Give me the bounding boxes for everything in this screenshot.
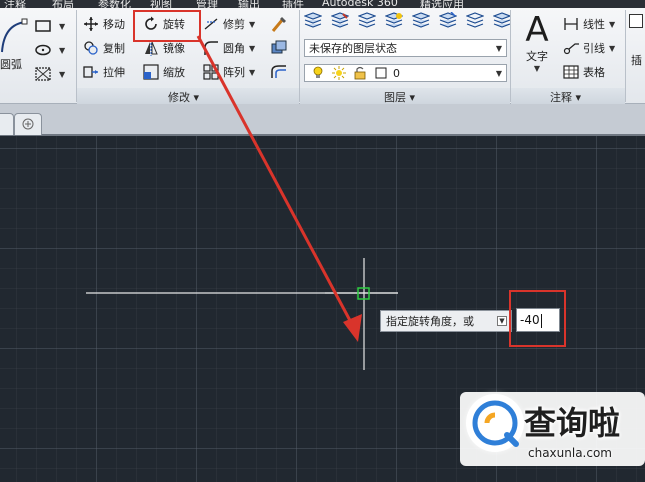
angle-input-highlight-box: [509, 290, 566, 347]
annotation-arrowhead: [343, 314, 362, 342]
watermark-site: chaxunla.com: [528, 446, 612, 460]
watermark-brand: 查询啦: [524, 404, 621, 442]
autocad-window: 注释 布局 参数化 视图 管理 输出 插件 Autodesk 360 精选应用 …: [0, 0, 645, 482]
watermark-logo: [466, 394, 524, 452]
magnifier-logo-icon: [472, 400, 519, 447]
command-prompt-tooltip: 指定旋转角度，或 ▼: [380, 310, 512, 332]
annotation-arrow: [196, 35, 356, 329]
command-prompt-text: 指定旋转角度，或: [386, 315, 474, 328]
options-dropdown-icon[interactable]: ▼: [497, 316, 507, 326]
